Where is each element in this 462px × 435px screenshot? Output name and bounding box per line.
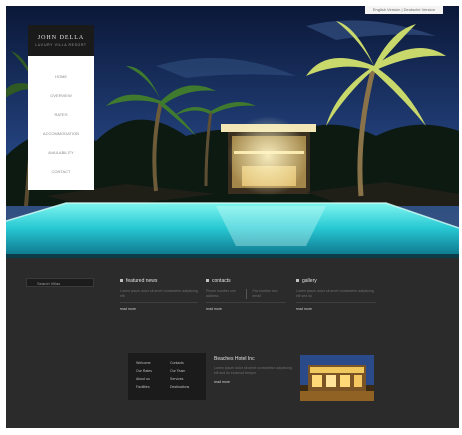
- sitemap-link[interactable]: Our Rates: [136, 369, 152, 374]
- featured-news-column: featured news Lorem ipsum dolor sit amet…: [120, 278, 198, 312]
- sitemap-link[interactable]: About us: [136, 377, 150, 382]
- brand-tagline: LUXURY VILLA RESORT: [35, 43, 87, 47]
- nav-item-contact[interactable]: CONTACT: [28, 170, 94, 174]
- gallery-link[interactable]: read more: [296, 307, 376, 312]
- bullet-icon: [120, 279, 123, 283]
- divider: [120, 302, 198, 303]
- main-menu: HOME OVERVIEW RATES ACCOMMODATION AVAILA…: [28, 56, 94, 190]
- nav-item-home[interactable]: HOME: [28, 75, 94, 79]
- gallery-thumbnail[interactable]: [300, 355, 374, 401]
- gallery-text: Lorem ipsum dolor sit amet consectetur a…: [296, 289, 374, 298]
- brand-name: JOHN DELLA: [37, 35, 85, 41]
- sitemap-link[interactable]: Destinations: [170, 385, 189, 390]
- sitemap-link[interactable]: Facilities: [136, 385, 150, 390]
- bullet-icon: [206, 279, 209, 283]
- news-block: Beaches Hotel Inc Lorem ipsum dolor sit …: [214, 356, 292, 385]
- news-link[interactable]: read more: [214, 380, 292, 385]
- divider: [206, 302, 286, 303]
- nav-item-rates[interactable]: RATES: [28, 113, 94, 117]
- nav-item-overview[interactable]: OVERVIEW: [28, 94, 94, 98]
- contacts-link[interactable]: read more: [206, 307, 286, 312]
- featured-news-text: Lorem ipsum dolor sit amet consectetur a…: [120, 289, 198, 298]
- news-text: Lorem ipsum dolor sit amet consectetur a…: [214, 366, 292, 375]
- sitemap-link[interactable]: Our Team: [170, 369, 185, 374]
- footer: Search Villas featured news Lorem ipsum …: [6, 258, 459, 428]
- bullet-icon: [296, 279, 299, 283]
- featured-news-link[interactable]: read more: [120, 307, 198, 312]
- nav-item-accommodation[interactable]: ACCOMMODATION: [28, 132, 94, 136]
- divider: [296, 302, 376, 303]
- sitemap-box: Welcome Our Rates About us Facilities Co…: [128, 353, 206, 400]
- sitemap-link[interactable]: Welcome: [136, 361, 151, 366]
- language-bar[interactable]: English Version | Deutsche Version: [364, 6, 443, 14]
- contacts-text-right: Fax number two email: [252, 289, 278, 298]
- nav-item-availability[interactable]: AVAILABILITY: [28, 151, 94, 155]
- sitemap-link[interactable]: Services: [170, 377, 183, 382]
- contacts-column: contacts Phone number one address Fax nu…: [206, 278, 286, 312]
- featured-news-heading: featured news: [120, 278, 198, 285]
- contacts-text-left: Phone number one address: [206, 289, 236, 298]
- brand-logo[interactable]: JOHN DELLA LUXURY VILLA RESORT: [28, 25, 94, 56]
- gallery-heading: gallery: [296, 278, 376, 285]
- hero-photo: English Version | Deutsche Version JOHN …: [6, 6, 459, 258]
- search-input[interactable]: Search Villas: [26, 278, 94, 287]
- contacts-details: Phone number one address Fax number two …: [206, 285, 286, 299]
- news-heading: Beaches Hotel Inc: [214, 356, 255, 362]
- contacts-heading: contacts: [206, 278, 286, 285]
- sitemap-link[interactable]: Contacts: [170, 361, 184, 366]
- page-frame: English Version | Deutsche Version JOHN …: [6, 6, 459, 428]
- divider: [245, 289, 247, 299]
- gallery-column: gallery Lorem ipsum dolor sit amet conse…: [296, 278, 376, 312]
